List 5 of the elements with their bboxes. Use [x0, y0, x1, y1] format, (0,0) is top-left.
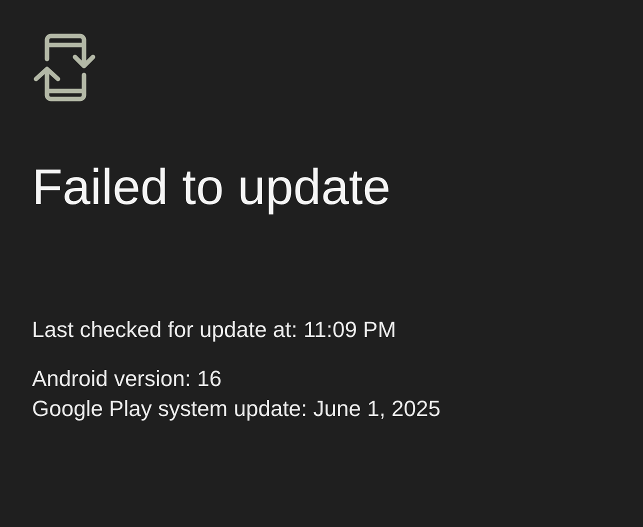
phone-update-icon	[32, 33, 96, 103]
last-checked-text: Last checked for update at: 11:09 PM	[32, 316, 398, 344]
version-text: Google Play system update: June 1, 2025	[32, 395, 442, 423]
version-text: Android version: 16	[32, 365, 223, 393]
status-title: Failed to update	[32, 158, 392, 217]
